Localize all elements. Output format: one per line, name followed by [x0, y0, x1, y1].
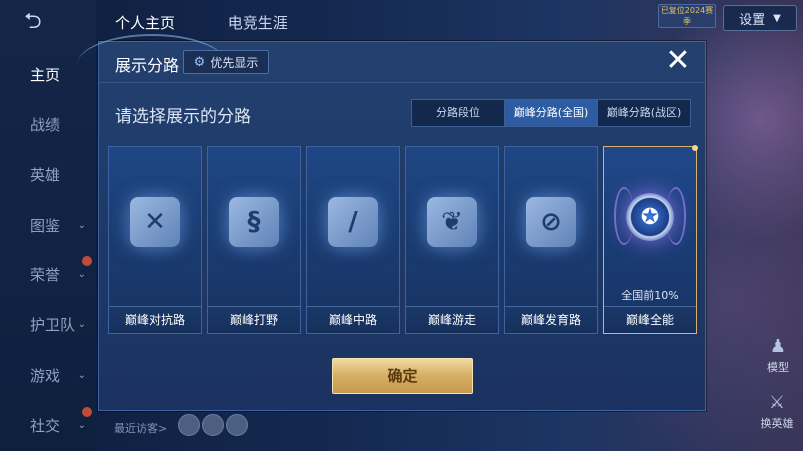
lane-display-modal: 展示分路 ⚙ 优先显示 ✕ 请选择展示的分路 分路段位 巅峰分路(全国) 巅峰分…	[77, 34, 706, 411]
lane-type-segmented-control: 分路段位 巅峰分路(全国) 巅峰分路(战区)	[411, 99, 691, 127]
staff-icon: ∕	[328, 197, 378, 247]
nav-item[interactable]: 英雄	[0, 162, 96, 186]
recent-visitors-link[interactable]: 最近访客>	[114, 420, 167, 436]
confirm-button[interactable]: 确定	[332, 358, 473, 394]
lane-card-label: 巅峰发育路	[505, 306, 597, 333]
lane-card-label: 巅峰打野	[208, 306, 300, 333]
selected-corner-marker	[692, 145, 698, 151]
segment-lane-rank[interactable]: 分路段位	[412, 100, 505, 126]
lane-card-label: 巅峰游走	[406, 306, 498, 333]
lane-card-all-round[interactable]: ✪ 全国前10% 巅峰全能	[603, 145, 698, 334]
chevron-down-icon: ⌄	[77, 369, 86, 381]
modal-subtitle: 请选择展示的分路	[115, 107, 251, 127]
notification-badge	[82, 407, 92, 417]
close-icon[interactable]: ✕	[661, 44, 695, 78]
person-icon: ♟	[769, 336, 787, 357]
gear-icon: ⚙	[193, 54, 206, 70]
model-button[interactable]: ♟ 模型	[758, 336, 798, 375]
nav-item[interactable]: 战绩	[0, 112, 96, 136]
hero-icon: ⚔	[768, 392, 786, 413]
tab-esports-career[interactable]: 电竞生涯	[228, 14, 288, 32]
dragon-icon: §	[229, 197, 279, 247]
season-badge: 已复位2024赛季	[658, 4, 716, 28]
nav-item-label: 战绩	[30, 115, 61, 134]
chevron-down-icon: ⌄	[77, 219, 86, 231]
nav-item[interactable]: 图鉴 ⌄	[0, 213, 96, 237]
rank-percent: 全国前10%	[621, 289, 679, 302]
priority-display-button[interactable]: ⚙ 优先显示	[183, 50, 269, 74]
nav-item-label: 护卫队	[30, 315, 76, 334]
nav-item-label: 主页	[30, 65, 61, 84]
lane-card-top[interactable]: ✕ 巅峰对抗路	[108, 146, 202, 334]
modal-title: 展示分路	[115, 56, 180, 75]
priority-display-label: 优先显示	[210, 55, 259, 70]
nav-item-label: 英雄	[30, 165, 61, 184]
lane-card-label: 巅峰中路	[307, 306, 399, 333]
segment-peak-lane-region[interactable]: 巅峰分路(战区)	[598, 100, 690, 126]
model-label: 模型	[767, 361, 789, 374]
nav-item-label: 游戏	[30, 366, 61, 385]
top-tabs: 个人主页 电竞生涯	[115, 12, 336, 33]
nav-item-label: 图鉴	[30, 216, 61, 235]
lane-card-farm[interactable]: ⊘ 巅峰发育路	[504, 146, 598, 334]
lane-card-label: 巅峰全能	[604, 306, 696, 333]
settings-button[interactable]: 设置 ▼	[723, 5, 797, 31]
segment-peak-lane-national[interactable]: 巅峰分路(全国)	[505, 100, 598, 126]
chevron-down-icon: ▼	[773, 12, 781, 24]
tab-profile[interactable]: 个人主页	[115, 14, 175, 32]
modal-header: 展示分路 ⚙ 优先显示 ✕	[77, 34, 705, 83]
nav-item[interactable]: 游戏 ⌄	[0, 363, 96, 387]
season-badge-text: 已复位2024赛季	[660, 6, 714, 26]
wings-icon: ❦	[427, 197, 477, 247]
chevron-down-icon: ⌄	[77, 268, 86, 280]
chevron-down-icon: ⌄	[77, 419, 86, 431]
rank-emblem-icon: ✪	[626, 193, 674, 241]
nav-item-label: 社交	[30, 416, 61, 435]
nav-item[interactable]: 荣誉 ⌄	[0, 256, 96, 286]
nav-item[interactable]: 社交 ⌄	[0, 407, 96, 437]
settings-label: 设置	[739, 12, 766, 28]
lane-card-jungle[interactable]: § 巅峰打野	[207, 146, 301, 334]
target-icon: ⊘	[526, 197, 576, 247]
switch-hero-button[interactable]: ⚔ 换英雄	[754, 392, 800, 431]
nav-item[interactable]: 护卫队 ⌄	[0, 312, 96, 336]
switch-hero-label: 换英雄	[760, 417, 794, 430]
notification-badge	[82, 256, 92, 266]
avatar[interactable]	[226, 414, 248, 436]
nav-item-label: 荣誉	[30, 265, 61, 284]
sword-shield-icon: ✕	[130, 197, 180, 247]
chevron-down-icon: ⌄	[77, 318, 86, 330]
back-icon[interactable]: ⮌	[24, 10, 64, 34]
lane-card-mid[interactable]: ∕ 巅峰中路	[306, 146, 400, 334]
avatar[interactable]	[178, 414, 200, 436]
lane-card-label: 巅峰对抗路	[109, 306, 201, 333]
avatar[interactable]	[202, 414, 224, 436]
lane-card-roam[interactable]: ❦ 巅峰游走	[405, 146, 499, 334]
